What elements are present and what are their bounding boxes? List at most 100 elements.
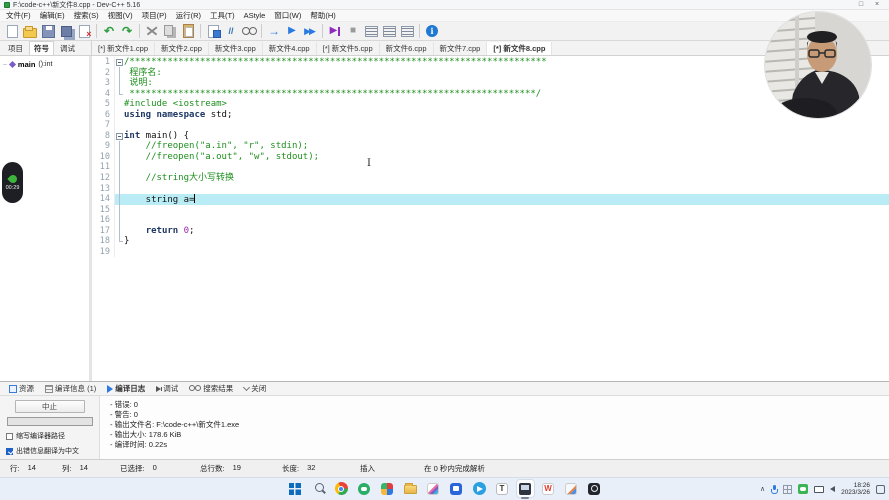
editor-line[interactable]: 9 //freopen("a.in", "r", stdin); (92, 141, 889, 152)
fold-marker[interactable] (115, 89, 124, 100)
sidebar-tab-3[interactable]: 调试 (56, 42, 79, 55)
editor-line[interactable]: 8int main() { (92, 131, 889, 142)
fold-marker[interactable] (115, 173, 124, 184)
abort-button[interactable]: 中止 (15, 400, 85, 413)
editor-line[interactable]: 17 return 0; (92, 226, 889, 237)
taskbar-wps-button[interactable]: W (540, 480, 557, 497)
taskbar-obs-button[interactable] (586, 480, 603, 497)
menu-item-8[interactable]: AStyle (244, 11, 266, 20)
editor-line[interactable]: 11 (92, 162, 889, 173)
menu-item-2[interactable]: 编辑(E) (40, 10, 65, 21)
cut-button[interactable] (143, 23, 161, 40)
editor-line[interactable]: 4 **************************************… (92, 89, 889, 100)
checkbox-checked[interactable] (6, 448, 13, 455)
profiling-log-button[interactable] (380, 23, 398, 40)
file-tab-5[interactable]: [*] 新文件5.cpp (317, 42, 380, 55)
taskbar-explorer-button[interactable] (402, 480, 419, 497)
compile-option-1[interactable]: 缩写编译器路径 (6, 431, 93, 441)
menu-item-7[interactable]: 工具(T) (210, 10, 235, 21)
file-tab-6[interactable]: 新文件6.cpp (380, 42, 434, 55)
taskbar-clouddoc-button[interactable] (448, 480, 465, 497)
taskbar-paint-button[interactable] (425, 480, 442, 497)
editor-line[interactable]: 14 string a= (92, 194, 889, 205)
fold-marker[interactable] (115, 194, 124, 205)
undo-button[interactable]: ↶ (100, 23, 118, 40)
tray-wechat-tray-button[interactable] (798, 484, 808, 494)
tray-input-grid-button[interactable] (783, 485, 792, 494)
file-tab-2[interactable]: 新文件2.cpp (155, 42, 209, 55)
menu-item-10[interactable]: 帮助(H) (310, 10, 335, 21)
fold-marker[interactable] (115, 57, 124, 68)
fold-marker[interactable] (115, 162, 124, 173)
tray-microphone-button[interactable] (771, 485, 777, 494)
screen-recorder-badge[interactable]: 00:29 (2, 162, 23, 203)
taskbar-devcpp-button[interactable] (517, 480, 534, 497)
file-tab-7[interactable]: 新文件7.cpp (434, 42, 488, 55)
editor-line[interactable]: 19 (92, 247, 889, 258)
bottom-tab-search-results[interactable]: 搜索结果 (185, 382, 237, 395)
redo-button[interactable]: ↷ (118, 23, 136, 40)
fold-box[interactable] (116, 59, 123, 66)
fold-marker[interactable] (115, 226, 124, 237)
fold-marker[interactable] (115, 205, 124, 216)
fold-marker[interactable] (115, 215, 124, 226)
find-button[interactable] (240, 23, 258, 40)
editor-line[interactable]: 5#include <iostream> (92, 99, 889, 110)
fold-marker[interactable] (115, 152, 124, 163)
taskbar-search-button[interactable] (310, 480, 327, 497)
compile-option-2[interactable]: 出错信息翻译为中文 (6, 446, 93, 456)
compile-log[interactable]: - 错误: 0- 警告: 0- 输出文件名: F:\code-c++\新文件1.… (100, 396, 889, 459)
sidebar-tab-2[interactable]: 符号 (29, 41, 54, 55)
editor-line[interactable]: 12 //string大小写转换 (92, 173, 889, 184)
compile-button[interactable] (204, 23, 222, 40)
fold-marker[interactable] (115, 236, 124, 247)
profiler-button[interactable] (362, 23, 380, 40)
file-tab-1[interactable]: [*] 新文件1.cpp (92, 42, 155, 55)
close-button[interactable]: × (869, 1, 885, 8)
bottom-tab-compile-log[interactable]: 编译日志 (103, 382, 149, 395)
file-tab-4[interactable]: 新文件4.cpp (263, 42, 317, 55)
comment-button[interactable]: // (222, 23, 240, 40)
taskbar-start-button[interactable] (287, 480, 304, 497)
taskbar-telegram-button[interactable] (471, 480, 488, 497)
fold-marker[interactable] (115, 131, 124, 142)
taskbar-snip-button[interactable] (563, 480, 580, 497)
tray-volume-button[interactable] (830, 486, 835, 492)
menu-item-3[interactable]: 搜索(S) (74, 10, 99, 21)
bottom-tab-debug[interactable]: 调试 (152, 382, 182, 395)
copy-button[interactable] (161, 23, 179, 40)
menu-item-1[interactable]: 文件(F) (6, 10, 31, 21)
editor-line[interactable]: 6using namespace std; (92, 110, 889, 121)
tray-display-button[interactable] (814, 486, 824, 493)
editor-line[interactable]: 7 (92, 120, 889, 131)
save-all-button[interactable] (57, 23, 75, 40)
compile-run-button[interactable]: → (265, 23, 283, 40)
save-button[interactable] (39, 23, 57, 40)
stop-button[interactable]: ■ (344, 23, 362, 40)
notification-center-icon[interactable] (876, 485, 885, 494)
bottom-tab-resources[interactable]: 资源 (5, 382, 38, 395)
sidebar-tab-1[interactable]: 项目 (4, 42, 27, 55)
new-file-button[interactable] (3, 23, 21, 40)
taskbar-chrome-button[interactable] (333, 480, 350, 497)
editor-line[interactable]: 18} (92, 236, 889, 247)
restore-button[interactable]: □ (853, 1, 869, 8)
fold-marker[interactable] (115, 78, 124, 89)
fold-marker[interactable] (115, 141, 124, 152)
editor-line[interactable]: 13 (92, 184, 889, 195)
taskbar-clock[interactable]: 18:26 2023/3/26 (841, 482, 870, 497)
tray-chevron-up-button[interactable]: ∧ (760, 485, 765, 493)
debug-button[interactable]: ▶ (326, 23, 344, 40)
editor-line[interactable]: 10 //freopen("a.out", "w", stdout); (92, 152, 889, 163)
file-tab-3[interactable]: 新文件3.cpp (209, 42, 263, 55)
editor-line[interactable]: 15 (92, 205, 889, 216)
fold-marker[interactable] (115, 184, 124, 195)
fold-box[interactable] (116, 133, 123, 140)
run-button[interactable]: ▶ (283, 23, 301, 40)
taskbar-typora-button[interactable]: T (494, 480, 511, 497)
menu-item-9[interactable]: 窗口(W) (274, 10, 301, 21)
editor-line[interactable]: 16 (92, 215, 889, 226)
bottom-tab-compile-info[interactable]: 编译信息 (1) (41, 382, 100, 395)
code-editor[interactable]: 1/**************************************… (92, 56, 889, 381)
menu-item-4[interactable]: 视图(V) (108, 10, 133, 21)
